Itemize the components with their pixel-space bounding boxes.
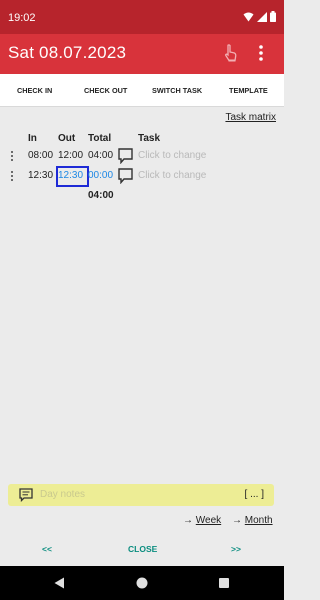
back-icon[interactable] — [54, 577, 65, 589]
previous-day-button[interactable]: << — [42, 544, 52, 554]
comment-icon — [19, 488, 33, 507]
header-task: Task — [138, 133, 161, 144]
day-notes-field[interactable]: Day notes [ ... ] — [8, 484, 274, 506]
recents-icon[interactable] — [219, 578, 229, 588]
app-bar: Sat 08.07.2023 — [0, 34, 284, 74]
sum-total: 04:00 — [88, 190, 114, 201]
day-notes-placeholder: Day notes — [40, 489, 86, 500]
close-button[interactable]: CLOSE — [128, 544, 157, 554]
header-total: Total — [88, 133, 112, 144]
arrow-right-icon: → — [232, 515, 242, 526]
task-matrix-link[interactable]: Task matrix — [225, 112, 276, 123]
month-link[interactable]: → Month — [232, 515, 273, 526]
signal-icon — [257, 11, 267, 22]
row-out[interactable]: 12:00 — [58, 150, 83, 161]
row-menu-icon[interactable] — [11, 171, 14, 183]
home-icon[interactable] — [136, 577, 148, 589]
tab-template[interactable]: TEMPLATE — [229, 86, 268, 95]
task-field[interactable]: Click to change — [138, 150, 206, 161]
header-out: Out — [58, 133, 76, 144]
day-notes-expand-button[interactable]: [ ... ] — [245, 489, 264, 500]
arrow-right-icon: → — [183, 515, 193, 526]
navigation-bar — [0, 566, 284, 600]
status-time: 19:02 — [8, 12, 36, 24]
month-link-label: Month — [244, 515, 273, 526]
battery-icon — [270, 11, 276, 22]
row-total: 00:00 — [88, 170, 114, 181]
hand-pointer-icon[interactable] — [224, 44, 238, 67]
row-in[interactable]: 08:00 — [28, 150, 53, 161]
tab-check-in[interactable]: CHECK IN — [17, 86, 52, 95]
date-title[interactable]: Sat 08.07.2023 — [8, 43, 126, 63]
comment-icon[interactable] — [118, 168, 133, 189]
tab-switch-task[interactable]: SWITCH TASK — [152, 86, 202, 95]
task-field[interactable]: Click to change — [138, 170, 206, 181]
tab-check-out[interactable]: CHECK OUT — [84, 86, 127, 95]
row-total: 04:00 — [88, 150, 114, 161]
week-link-label: Week — [195, 515, 222, 526]
overflow-menu-icon[interactable] — [259, 45, 263, 66]
status-icons — [243, 11, 276, 22]
status-bar: 19:02 — [0, 0, 284, 34]
header-in: In — [28, 133, 37, 144]
row-out[interactable]: 12:30 — [58, 170, 83, 181]
week-link[interactable]: → Week — [183, 515, 221, 526]
wifi-icon — [243, 12, 254, 21]
row-in[interactable]: 12:30 — [28, 170, 53, 181]
next-day-button[interactable]: >> — [231, 544, 241, 554]
comment-icon[interactable] — [118, 148, 133, 169]
action-tabs: CHECK IN CHECK OUT SWITCH TASK TEMPLATE — [0, 74, 284, 107]
row-menu-icon[interactable] — [11, 151, 14, 163]
